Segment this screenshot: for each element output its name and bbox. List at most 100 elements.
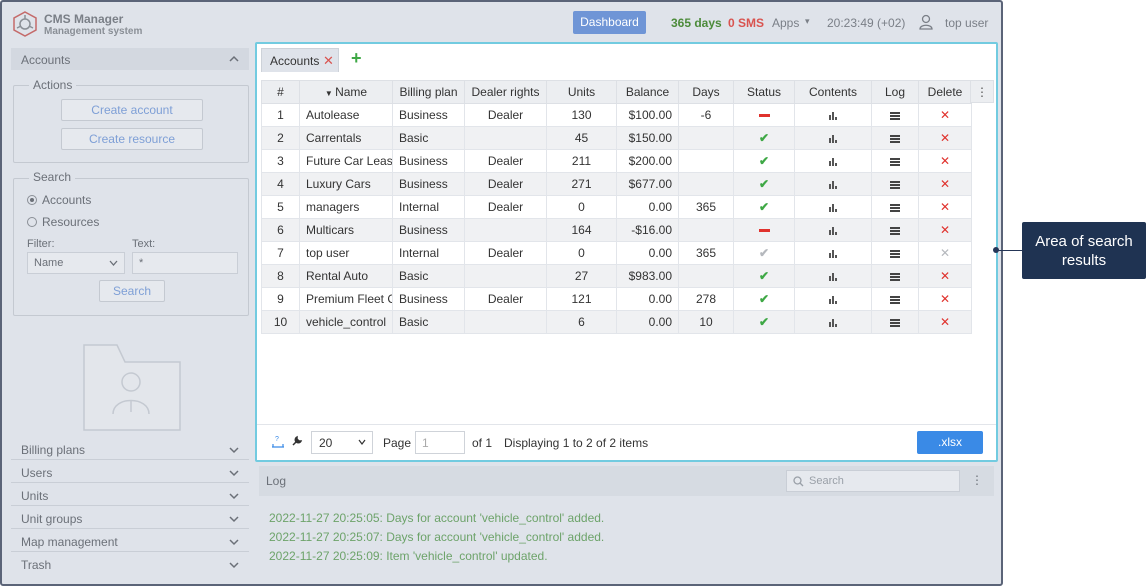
status-check-icon[interactable]: ✔	[759, 131, 769, 145]
sidebar-item-trash[interactable]: Trash	[11, 553, 249, 575]
log-list-icon[interactable]	[890, 158, 900, 166]
status-check-icon[interactable]: ✔	[759, 200, 769, 214]
table-row[interactable]: 2 Carrentals Basic 45 $150.00 ✔ ✕	[261, 126, 972, 150]
log-list-icon[interactable]	[890, 250, 900, 258]
cell-name[interactable]: Carrentals	[299, 126, 393, 150]
help-tree-icon[interactable]: ?	[271, 435, 285, 449]
table-row[interactable]: 1 Autolease Business Dealer 130 $100.00 -6 ✕	[261, 103, 972, 127]
delete-icon[interactable]: ✕	[940, 131, 950, 145]
apps-menu[interactable]: Apps	[772, 16, 799, 30]
col-header-status[interactable]: Status	[733, 80, 795, 104]
status-check-icon[interactable]: ✔	[759, 269, 769, 283]
user-icon[interactable]	[919, 14, 933, 30]
log-list-icon[interactable]	[890, 319, 900, 327]
delete-icon[interactable]: ✕	[940, 154, 950, 168]
sidebar-item-unit-groups[interactable]: Unit groups	[11, 507, 249, 529]
column-menu-icon[interactable]: ⋮	[970, 80, 994, 103]
username-menu[interactable]: top user	[945, 16, 988, 30]
table-row[interactable]: 7 top user Internal Dealer 0 0.00 365 ✔ ✕	[261, 241, 972, 265]
apps-caret-icon[interactable]: ▾	[805, 16, 810, 27]
create-account-button[interactable]: Create account	[61, 99, 203, 121]
log-list-icon[interactable]	[890, 135, 900, 143]
log-list-icon[interactable]	[890, 296, 900, 304]
sidebar-item-units[interactable]: Units	[11, 484, 249, 506]
status-blocked-icon[interactable]	[758, 114, 770, 118]
create-resource-button[interactable]: Create resource	[61, 128, 203, 150]
status-check-icon[interactable]: ✔	[759, 177, 769, 191]
status-check-icon[interactable]: ✔	[759, 246, 769, 260]
table-row[interactable]: 4 Luxury Cars Business Dealer 271 $677.00 ✔ ✕	[261, 172, 972, 196]
col-header-name[interactable]: ▼ Name	[299, 80, 393, 104]
log-list-icon[interactable]	[890, 273, 900, 281]
cell-name[interactable]: Rental Auto	[299, 264, 393, 288]
radio-accounts[interactable]	[27, 195, 37, 205]
contents-chart-icon[interactable]	[828, 203, 838, 212]
delete-icon[interactable]: ✕	[940, 292, 950, 306]
page-number-input[interactable]: 1	[415, 431, 465, 454]
accounts-section-header[interactable]: Accounts	[11, 48, 249, 70]
col-header-contents[interactable]: Contents	[794, 80, 872, 104]
table-row[interactable]: 3 Future Car Lease Business Dealer 211 $200.0…	[261, 149, 972, 173]
cell-name[interactable]: vehicle_control	[299, 310, 393, 334]
cell-name[interactable]: Future Car Lease	[299, 149, 393, 173]
col-header-dealer-rights[interactable]: Dealer rights	[464, 80, 547, 104]
radio-resources[interactable]	[27, 217, 37, 227]
delete-icon[interactable]: ✕	[940, 315, 950, 329]
contents-chart-icon[interactable]	[828, 111, 838, 120]
log-search-input[interactable]: Search	[786, 470, 960, 492]
contents-chart-icon[interactable]	[828, 226, 838, 235]
page-size-select[interactable]: 20	[311, 431, 373, 454]
cell-name[interactable]: top user	[299, 241, 393, 265]
contents-chart-icon[interactable]	[828, 318, 838, 327]
delete-icon[interactable]: ✕	[940, 269, 950, 283]
col-header-number[interactable]: #	[261, 80, 300, 104]
col-header-billing-plan[interactable]: Billing plan	[392, 80, 465, 104]
log-list-icon[interactable]	[890, 112, 900, 120]
log-list-icon[interactable]	[890, 204, 900, 212]
delete-icon[interactable]: ✕	[940, 108, 950, 122]
log-list-icon[interactable]	[890, 181, 900, 189]
log-list-icon[interactable]	[890, 227, 900, 235]
status-check-icon[interactable]: ✔	[759, 315, 769, 329]
sidebar-item-billing-plans[interactable]: Billing plans	[11, 438, 249, 460]
add-tab-icon[interactable]: +	[351, 48, 362, 69]
cell-name[interactable]: Multicars	[299, 218, 393, 242]
col-header-log[interactable]: Log	[871, 80, 919, 104]
close-tab-icon[interactable]: ✕	[323, 53, 334, 69]
table-row[interactable]: 8 Rental Auto Basic 27 $983.00 ✔ ✕	[261, 264, 972, 288]
col-header-balance[interactable]: Balance	[616, 80, 679, 104]
filter-select[interactable]: Name	[27, 252, 125, 274]
tab-accounts[interactable]: Accounts ✕	[261, 48, 339, 72]
sidebar-item-map-management[interactable]: Map management	[11, 530, 249, 552]
radio-resources-label[interactable]: Resources	[42, 215, 99, 229]
contents-chart-icon[interactable]	[828, 180, 838, 189]
radio-accounts-label[interactable]: Accounts	[42, 193, 91, 207]
col-header-units[interactable]: Units	[546, 80, 617, 104]
contents-chart-icon[interactable]	[828, 272, 838, 281]
search-text-input[interactable]: *	[132, 252, 238, 274]
status-check-icon[interactable]: ✔	[759, 154, 769, 168]
delete-icon[interactable]: ✕	[940, 200, 950, 214]
table-row[interactable]: 5 managers Internal Dealer 0 0.00 365 ✔ ✕	[261, 195, 972, 219]
col-header-delete[interactable]: Delete	[918, 80, 972, 104]
delete-icon[interactable]: ✕	[940, 223, 950, 237]
delete-icon[interactable]: ✕	[940, 177, 950, 191]
contents-chart-icon[interactable]	[828, 295, 838, 304]
table-row[interactable]: 9Premium Fleet CoBusinessDealer1210.0027…	[261, 287, 972, 311]
dashboard-button[interactable]: Dashboard	[573, 11, 646, 34]
cell-name[interactable]: managers	[299, 195, 393, 219]
contents-chart-icon[interactable]	[828, 134, 838, 143]
cell-name[interactable]: Luxury Cars	[299, 172, 393, 196]
sidebar-item-users[interactable]: Users	[11, 461, 249, 483]
wrench-icon[interactable]	[291, 435, 303, 447]
cell-name[interactable]: Autolease	[299, 103, 393, 127]
col-header-days[interactable]: Days	[678, 80, 734, 104]
cell-name[interactable]: Premium Fleet Co	[299, 287, 393, 311]
contents-chart-icon[interactable]	[828, 157, 838, 166]
contents-chart-icon[interactable]	[828, 249, 838, 258]
delete-icon[interactable]: ✕	[940, 246, 950, 260]
log-menu-icon[interactable]: ⋮	[971, 473, 983, 487]
export-xlsx-button[interactable]: .xlsx	[917, 431, 983, 454]
table-row[interactable]: 6 Multicars Business 164 -$16.00 ✕	[261, 218, 972, 242]
table-row[interactable]: 10 vehicle_control Basic 6 0.00 10 ✔ ✕	[261, 310, 972, 334]
